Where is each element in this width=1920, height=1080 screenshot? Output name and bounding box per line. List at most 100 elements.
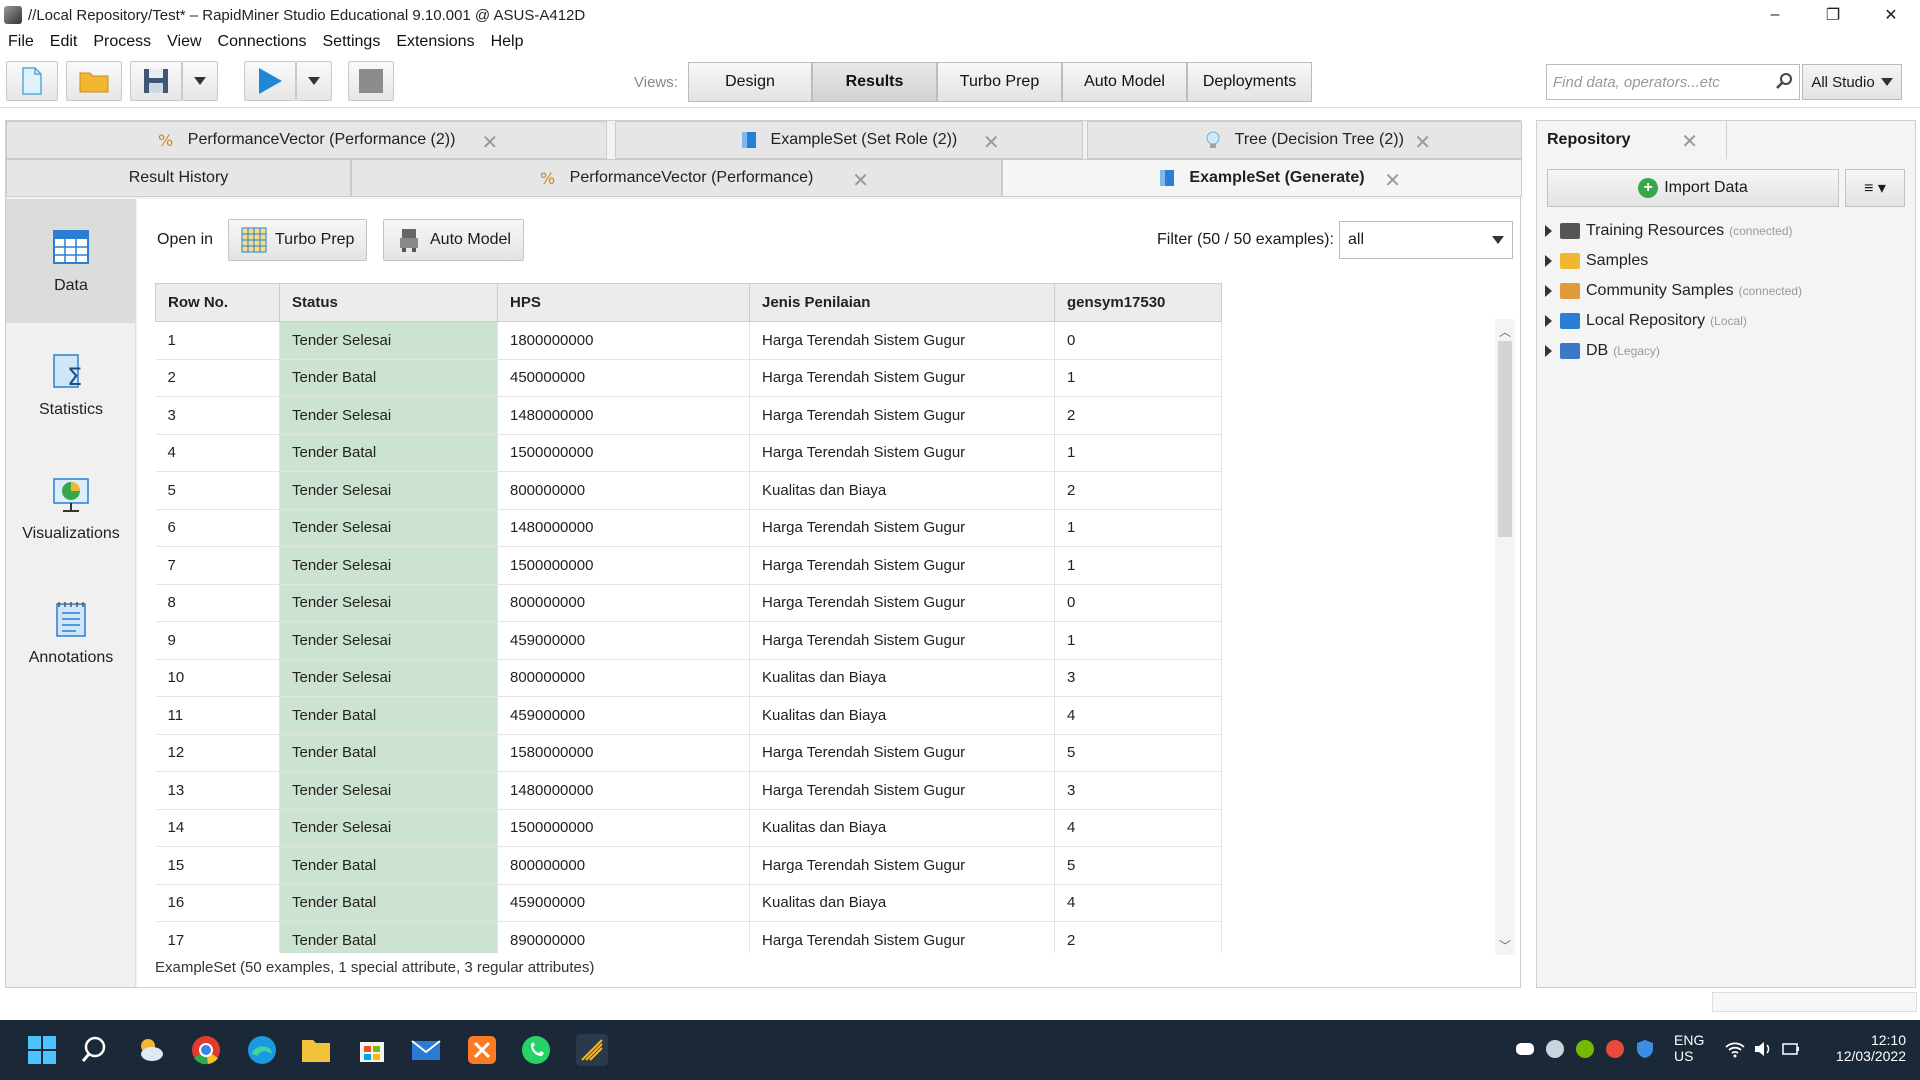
- menu-edit[interactable]: Edit: [50, 33, 78, 51]
- view-deployments[interactable]: Deployments: [1187, 62, 1312, 102]
- stop-process-button[interactable]: [348, 61, 394, 101]
- repository-menu-button[interactable]: ≡ ▾: [1845, 169, 1905, 207]
- table-row[interactable]: 1 Tender Selesai 1800000000 Harga Terendah …: [155, 321, 1222, 360]
- open-in-turbo-prep-button[interactable]: Turbo Prep: [228, 219, 368, 261]
- open-in-auto-model-button[interactable]: Auto Model: [383, 219, 524, 261]
- expand-arrow-icon[interactable]: [1545, 225, 1552, 237]
- edge-icon[interactable]: [246, 1034, 278, 1066]
- tab-exampleset-generate[interactable]: ExampleSet (Generate) ✕: [1002, 159, 1522, 197]
- view-auto-model[interactable]: Auto Model: [1062, 62, 1187, 102]
- microsoft-store-icon[interactable]: [356, 1034, 388, 1066]
- repository-item[interactable]: Community Samples (connected): [1545, 277, 1802, 305]
- wifi-icon[interactable]: [1724, 1038, 1746, 1060]
- whatsapp-icon[interactable]: [520, 1034, 552, 1066]
- windows-start-icon[interactable]: [26, 1034, 58, 1066]
- repository-item[interactable]: Local Repository (Local): [1545, 307, 1747, 335]
- discord-tray-icon[interactable]: [1514, 1038, 1536, 1060]
- table-row[interactable]: 6 Tender Selesai 1480000000 Harga Terendah …: [155, 509, 1222, 547]
- clock[interactable]: 12:10 12/03/2022: [1824, 1032, 1906, 1064]
- language-indicator[interactable]: ENG US: [1674, 1032, 1704, 1064]
- global-search-input[interactable]: Find data, operators...etc: [1546, 64, 1800, 100]
- menu-extensions[interactable]: Extensions: [396, 33, 474, 51]
- close-icon[interactable]: ✕: [983, 130, 1000, 155]
- minimize-button[interactable]: –: [1746, 0, 1804, 30]
- scroll-down-icon[interactable]: ﹀: [1499, 937, 1511, 953]
- tab-tree-decision-tree-2[interactable]: Tree (Decision Tree (2)) ✕: [1086, 121, 1522, 159]
- xampp-icon[interactable]: [466, 1034, 498, 1066]
- column-header[interactable]: Row No.: [155, 283, 280, 322]
- tab-repository[interactable]: Repository ✕: [1537, 121, 1727, 159]
- menu-help[interactable]: Help: [491, 33, 524, 51]
- menu-file[interactable]: File: [8, 33, 34, 51]
- expand-arrow-icon[interactable]: [1545, 255, 1552, 267]
- repository-item[interactable]: Samples: [1545, 247, 1653, 275]
- tab-performance-vector[interactable]: % PerformanceVector (Performance) ✕: [351, 159, 1002, 197]
- expand-arrow-icon[interactable]: [1545, 315, 1552, 327]
- close-window-button[interactable]: ✕: [1862, 0, 1920, 30]
- save-process-button[interactable]: [130, 61, 182, 101]
- menu-connections[interactable]: Connections: [218, 33, 307, 51]
- table-row[interactable]: 17 Tender Batal 890000000 Harga Terendah Si…: [155, 921, 1222, 953]
- table-row[interactable]: 4 Tender Batal 1500000000 Harga Terendah Si…: [155, 434, 1222, 472]
- table-row[interactable]: 5 Tender Selesai 800000000 Kualitas dan Bia…: [155, 471, 1222, 510]
- table-row[interactable]: 14 Tender Selesai 1500000000 Kualitas dan B…: [155, 809, 1222, 847]
- table-row[interactable]: 8 Tender Selesai 800000000 Harga Terendah S…: [155, 584, 1222, 622]
- side-view-annotations[interactable]: Annotations: [6, 571, 136, 695]
- nvidia-tray-icon[interactable]: [1574, 1038, 1596, 1060]
- table-row[interactable]: 3 Tender Selesai 1480000000 Harga Terendah …: [155, 396, 1222, 435]
- tab-result-history[interactable]: Result History: [6, 159, 351, 197]
- table-row[interactable]: 9 Tender Selesai 459000000 Harga Terendah S…: [155, 621, 1222, 660]
- battery-icon[interactable]: [1780, 1038, 1802, 1060]
- search-scope-dropdown[interactable]: All Studio: [1802, 64, 1902, 100]
- scroll-thumb[interactable]: [1498, 341, 1512, 537]
- rapidminer-taskbar-icon[interactable]: [576, 1034, 608, 1066]
- search-icon[interactable]: [80, 1034, 112, 1066]
- save-options-dropdown[interactable]: [182, 61, 218, 101]
- tab-exampleset-set-role-2[interactable]: ExampleSet (Set Role (2)) ✕: [615, 121, 1083, 159]
- menu-process[interactable]: Process: [93, 33, 151, 51]
- repository-item[interactable]: Training Resources (connected): [1545, 217, 1793, 245]
- column-header[interactable]: Status: [279, 283, 498, 322]
- run-options-dropdown[interactable]: [296, 61, 332, 101]
- table-row[interactable]: 15 Tender Batal 800000000 Harga Terendah Si…: [155, 846, 1222, 885]
- scroll-up-icon[interactable]: ︿: [1499, 323, 1511, 339]
- expand-arrow-icon[interactable]: [1545, 285, 1552, 297]
- volume-icon[interactable]: [1752, 1038, 1774, 1060]
- steam-tray-icon[interactable]: [1544, 1038, 1566, 1060]
- menu-view[interactable]: View: [167, 33, 201, 51]
- chrome-icon[interactable]: [190, 1034, 222, 1066]
- column-header[interactable]: HPS: [497, 283, 750, 322]
- app-tray-icon[interactable]: [1604, 1038, 1626, 1060]
- table-row[interactable]: 7 Tender Selesai 1500000000 Harga Terendah …: [155, 546, 1222, 585]
- filter-select[interactable]: all: [1339, 221, 1513, 259]
- table-row[interactable]: 10 Tender Selesai 800000000 Kualitas dan Bi…: [155, 659, 1222, 697]
- table-row[interactable]: 2 Tender Batal 450000000 Harga Terendah Sis…: [155, 359, 1222, 397]
- table-row[interactable]: 11 Tender Batal 459000000 Kualitas dan Biay…: [155, 696, 1222, 735]
- run-process-button[interactable]: [244, 61, 296, 101]
- security-tray-icon[interactable]: [1634, 1038, 1656, 1060]
- view-design[interactable]: Design: [688, 62, 812, 102]
- close-icon[interactable]: ✕: [1384, 168, 1401, 193]
- close-icon[interactable]: ✕: [1681, 129, 1698, 154]
- side-view-statistics[interactable]: Σ Statistics: [6, 323, 136, 447]
- side-view-data[interactable]: Data: [6, 199, 136, 323]
- close-icon[interactable]: ✕: [852, 168, 869, 193]
- close-icon[interactable]: ✕: [481, 130, 498, 155]
- open-process-button[interactable]: [66, 61, 122, 101]
- table-row[interactable]: 16 Tender Batal 459000000 Kualitas dan Biay…: [155, 884, 1222, 922]
- menu-settings[interactable]: Settings: [323, 33, 381, 51]
- file-explorer-icon[interactable]: [300, 1034, 332, 1066]
- column-header[interactable]: Jenis Penilaian: [749, 283, 1055, 322]
- restore-button[interactable]: ❐: [1804, 0, 1862, 30]
- tab-performance-vector-2[interactable]: % PerformanceVector (Performance (2)) ✕: [6, 121, 608, 159]
- table-row[interactable]: 13 Tender Selesai 1480000000 Harga Terendah…: [155, 771, 1222, 810]
- new-process-button[interactable]: [6, 61, 58, 101]
- close-icon[interactable]: ✕: [1414, 130, 1431, 155]
- table-vertical-scrollbar[interactable]: ︿ ﹀: [1495, 319, 1515, 955]
- import-data-button[interactable]: + Import Data: [1547, 169, 1839, 207]
- expand-arrow-icon[interactable]: [1545, 345, 1552, 357]
- repository-item[interactable]: DB (Legacy): [1545, 337, 1660, 365]
- column-header[interactable]: gensym17530: [1054, 283, 1222, 322]
- weather-icon[interactable]: [134, 1034, 166, 1066]
- view-results[interactable]: Results: [812, 62, 937, 102]
